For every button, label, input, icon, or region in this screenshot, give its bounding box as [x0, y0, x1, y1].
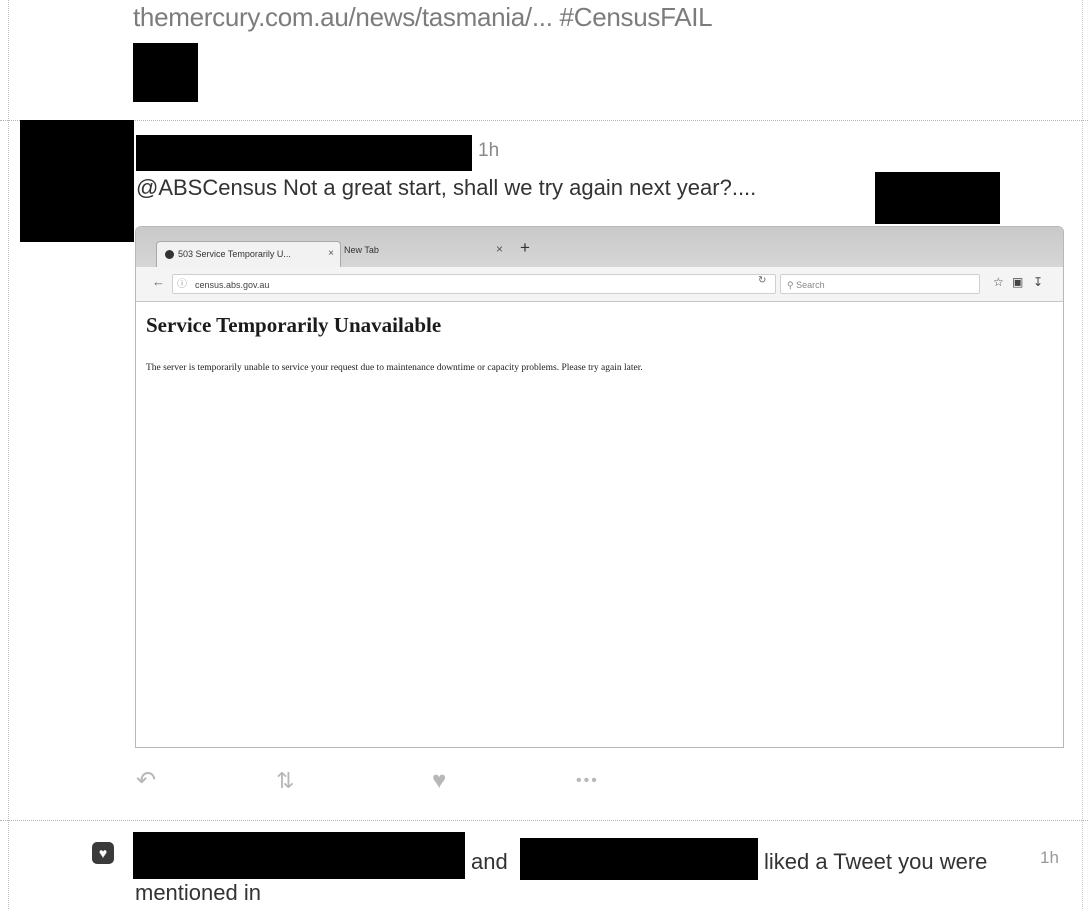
left-border	[8, 0, 9, 909]
redacted-link[interactable]	[875, 172, 1000, 224]
browser-nav-bar: ← ⓘ census.abs.gov.au ↻ ⚲ Search ☆ ▣ ↧	[136, 267, 1063, 302]
heart-icon[interactable]: ♥	[432, 766, 446, 796]
tab-label: 503 Service Temporarily U...	[178, 249, 291, 259]
bookmark-star-icon: ☆	[993, 275, 1004, 289]
tab-close-icon: ×	[496, 242, 504, 256]
favicon-icon	[165, 250, 174, 260]
browser-tab-new: New Tab	[344, 245, 379, 255]
avatar[interactable]	[20, 120, 134, 242]
info-icon: ⓘ	[177, 279, 187, 290]
notification-divider	[0, 820, 1088, 821]
tweet-text: @ABSCensus Not a great start, shall we t…	[136, 175, 757, 200]
page-body: The server is temporarily unable to serv…	[146, 363, 643, 373]
url-bar: ⓘ census.abs.gov.au	[172, 274, 776, 294]
retweet-icon[interactable]: ⇅	[276, 766, 294, 796]
redacted-user-2[interactable]	[520, 838, 758, 880]
page-heading: Service Temporarily Unavailable	[146, 313, 442, 337]
tab-close-icon: ×	[328, 248, 334, 259]
previous-tweet-text: themercury.com.au/news/tasmania/... #Cen…	[133, 2, 713, 32]
search-placeholder: Search	[796, 280, 825, 290]
download-icon: ↧	[1033, 275, 1044, 289]
back-arrow-icon: ←	[152, 274, 165, 289]
browser-tab-bar: 503 Service Temporarily U... × New Tab ×…	[136, 227, 1063, 267]
tweet-divider	[0, 120, 1088, 121]
browser-tab-active: 503 Service Temporarily U... ×	[156, 241, 341, 267]
more-icon[interactable]: •••	[576, 766, 599, 796]
notification-text-line2: mentioned in	[135, 880, 261, 905]
search-bar: ⚲ Search	[780, 274, 980, 294]
reply-icon[interactable]: ↶	[136, 766, 156, 796]
tweet-timestamp[interactable]: 1h	[478, 140, 499, 162]
author-name[interactable]	[136, 135, 472, 171]
lock-icon: ▣	[1012, 275, 1024, 289]
heart-icon: ♥	[92, 842, 114, 864]
notification-text: liked a Tweet you were	[764, 849, 988, 874]
tweet-image[interactable]: 503 Service Temporarily U... × New Tab ×…	[135, 226, 1064, 748]
new-tab-icon: +	[520, 238, 530, 257]
redacted-user-1[interactable]	[133, 832, 465, 879]
url-text: census.abs.gov.au	[195, 280, 270, 290]
notification-timestamp: 1h	[1040, 848, 1059, 867]
reload-icon: ↻	[758, 275, 767, 286]
notification-conjunction: and	[471, 849, 508, 874]
right-border	[1082, 0, 1083, 909]
redacted-media	[133, 43, 198, 102]
